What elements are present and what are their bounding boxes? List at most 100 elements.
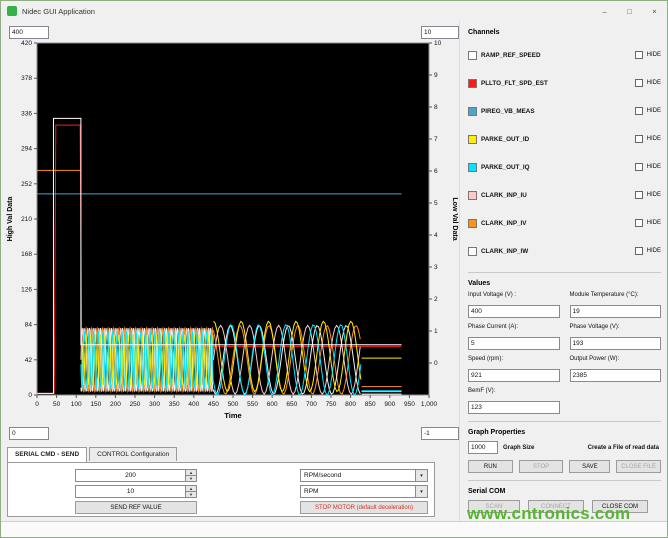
graph-size-label: Graph Size <box>503 444 535 451</box>
value-field-input[interactable] <box>569 369 661 382</box>
watermark: www.cntronics.com <box>467 504 631 523</box>
channel-hide-checkbox[interactable] <box>634 163 643 171</box>
window-title: Nidec GUI Application <box>22 6 95 16</box>
series-CLARK_INP_IU <box>80 327 214 392</box>
ref-step-input[interactable] <box>76 486 185 497</box>
chevron-down-icon: ▼ <box>415 470 427 481</box>
spin-down-icon[interactable]: ▼ <box>186 475 196 481</box>
channel-color-swatch <box>468 246 477 256</box>
value-field: Module Temperature (°C): <box>569 292 661 318</box>
channel-label: CLARK_INP_IV <box>481 219 527 227</box>
x-tick-label: 150 <box>90 401 101 408</box>
value-field: Input Voltage (V) : <box>468 292 560 318</box>
channel-hide-checkbox[interactable] <box>634 107 643 115</box>
y-left-tick-label: 42 <box>25 357 33 364</box>
series-CLARK_INP_IW <box>80 328 214 392</box>
y-right-tick-label: 6 <box>434 168 438 175</box>
spin-down-icon[interactable]: ▼ <box>186 491 196 497</box>
channel-hide-label: HIDE <box>646 220 661 226</box>
channel-color-swatch <box>468 190 477 200</box>
series-CLARK_INP_IV <box>212 325 361 395</box>
graph-size-input[interactable] <box>468 441 498 454</box>
value-field-input[interactable] <box>468 369 560 382</box>
maximize-icon[interactable]: □ <box>617 1 642 21</box>
channel-row: PARKE_OUT_IQ HIDE <box>468 153 661 181</box>
stop-motor-button[interactable]: STOP MOTOR (default deceleration) <box>300 501 428 514</box>
speed-unit-dropdown[interactable]: RPM ▼ <box>300 485 428 498</box>
series-PARKE_OUT_ID <box>80 334 214 386</box>
y-right-max-input[interactable] <box>421 26 459 39</box>
graph-size-row: Graph Size Create a File of read data <box>468 441 661 454</box>
divider <box>468 272 661 273</box>
series-PARKE_OUT_IQ <box>80 330 214 390</box>
value-field-input[interactable] <box>468 305 560 318</box>
run-button[interactable]: RUN <box>468 460 513 473</box>
x-tick-label: 1,000 <box>421 401 438 408</box>
value-field-input[interactable] <box>468 337 560 350</box>
y-right-tick-label: 0 <box>434 360 438 367</box>
graph-properties-header: Graph Properties <box>468 429 526 436</box>
y-right-tick-label: 5 <box>434 200 438 207</box>
x-tick-label: 950 <box>404 401 415 408</box>
value-field: Phase Voltage (V): <box>569 324 661 350</box>
y-left-tick-label: 378 <box>21 75 32 82</box>
close-icon[interactable]: × <box>642 1 667 21</box>
serial-cmd-panel: ▲ ▼ ▲ ▼ SEND REF VALUE RPM/second ▼ RPM … <box>7 462 435 517</box>
x-tick-label: 550 <box>247 401 258 408</box>
channel-hide-checkbox[interactable] <box>634 135 643 143</box>
y-left-tick-label: 168 <box>21 251 32 258</box>
channel-label: PIREG_VB_MEAS <box>481 107 535 115</box>
ref-step-spin-buttons: ▲ ▼ <box>185 486 196 497</box>
value-field-input[interactable] <box>468 401 560 414</box>
channel-label: CLARK_INP_IW <box>481 247 529 255</box>
value-field: Speed (rpm): <box>468 356 560 382</box>
channel-hide-label: HIDE <box>646 192 661 198</box>
app-window: Nidec GUI Application – □ × 420378336294… <box>0 0 668 538</box>
speed-unit-value: RPM <box>304 488 319 495</box>
send-ref-value-button[interactable]: SEND REF VALUE <box>75 501 197 514</box>
value-field-label: Phase Voltage (V): <box>569 324 620 330</box>
channel-row: PLLTO_FLT_SPD_EST HIDE <box>468 69 661 97</box>
channel-hide-checkbox[interactable] <box>634 219 643 227</box>
y-left-tick-label: 126 <box>21 286 32 293</box>
x-tick-label: 250 <box>130 401 141 408</box>
channel-hide-checkbox[interactable] <box>634 191 643 199</box>
minimize-icon[interactable]: – <box>592 1 617 21</box>
y-left-tick-label: 420 <box>21 40 32 47</box>
tab-control-configuration[interactable]: CONTROL Configuration <box>89 447 178 461</box>
channel-row: RAMP_REF_SPEED HIDE <box>468 41 661 69</box>
channel-hide-checkbox[interactable] <box>634 79 643 87</box>
save-button[interactable]: SAVE <box>569 460 611 473</box>
x-tick-label: 400 <box>188 401 199 408</box>
channel-color-swatch <box>468 50 477 60</box>
value-field-input[interactable] <box>569 305 661 318</box>
app-logo-icon <box>7 6 17 16</box>
channel-hide-label: HIDE <box>646 164 661 170</box>
channel-color-swatch <box>468 162 477 172</box>
close-file-button[interactable]: CLOSE FILE <box>616 460 661 473</box>
y-left-min-input[interactable] <box>9 427 49 440</box>
y-right-min-input[interactable] <box>421 427 459 440</box>
stop-button[interactable]: STOP <box>518 460 564 473</box>
channel-label: PLLTO_FLT_SPD_EST <box>481 79 548 87</box>
channel-row: CLARK_INP_IW HIDE <box>468 237 661 265</box>
channel-hide-checkbox[interactable] <box>634 51 643 59</box>
channel-row: PIREG_VB_MEAS HIDE <box>468 97 661 125</box>
x-tick-label: 0 <box>35 401 39 408</box>
accel-unit-dropdown[interactable]: RPM/second ▼ <box>300 469 428 482</box>
ref-value-input[interactable] <box>76 470 185 481</box>
tab-serial-cmd-send[interactable]: SERIAL CMD - SEND <box>7 447 88 462</box>
series-PARKE_OUT_IQ <box>212 324 362 395</box>
channel-hide-checkbox[interactable] <box>634 247 643 255</box>
channel-color-swatch <box>468 78 477 88</box>
values-grid: Input Voltage (V) : Module Temperature (°… <box>468 292 661 414</box>
channel-color-swatch <box>468 218 477 228</box>
channel-hide-label: HIDE <box>646 80 661 86</box>
x-tick-label: 300 <box>149 401 160 408</box>
y-left-max-input[interactable] <box>9 26 49 39</box>
value-field-input[interactable] <box>569 337 661 350</box>
x-tick-label: 750 <box>326 401 337 408</box>
x-tick-label: 100 <box>71 401 82 408</box>
y-right-tick-label: 9 <box>434 72 438 79</box>
y-right-tick-label: 3 <box>434 264 438 271</box>
